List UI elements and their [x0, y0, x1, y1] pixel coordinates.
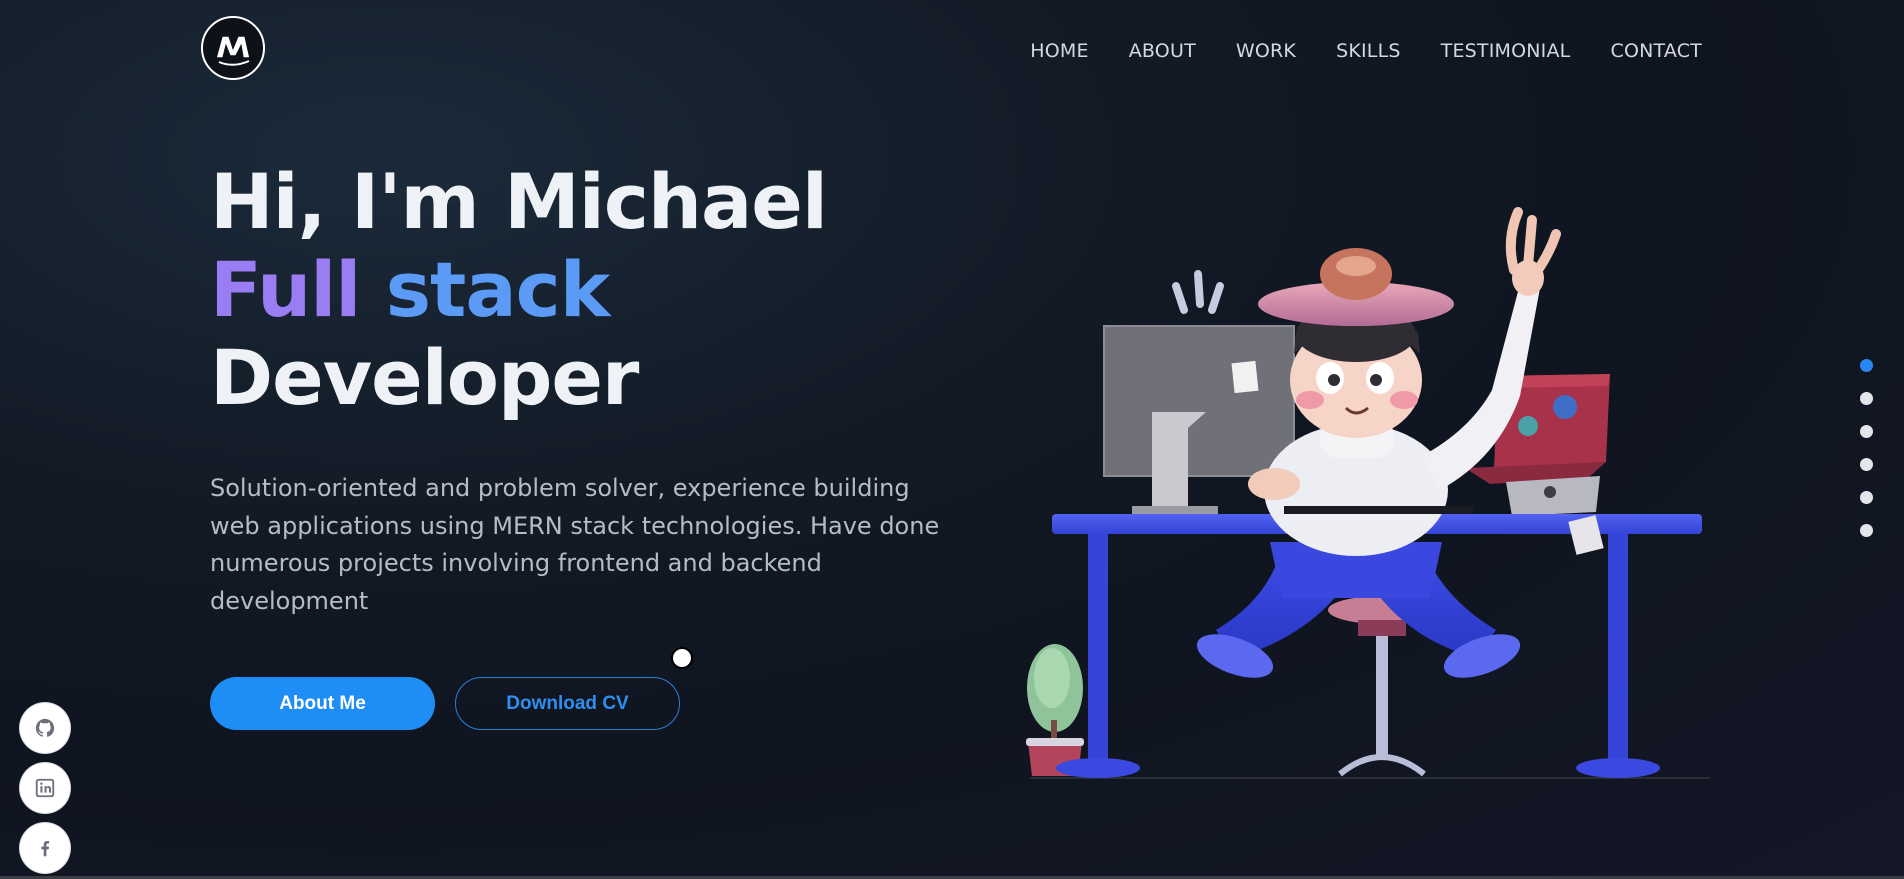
hero-role: Full stack: [210, 246, 970, 334]
section-dots: [1860, 359, 1873, 537]
section-dot-6[interactable]: [1860, 524, 1873, 537]
section-dot-5[interactable]: [1860, 491, 1873, 504]
social-links: [20, 703, 70, 873]
section-dot-3[interactable]: [1860, 425, 1873, 438]
hero-role-full: Full: [210, 245, 361, 334]
logo-m-icon: [215, 35, 251, 66]
section-dot-2[interactable]: [1860, 392, 1873, 405]
mouse-cursor: [671, 647, 693, 669]
plant-illustration: [1026, 644, 1084, 776]
github-button[interactable]: [20, 703, 70, 753]
hero-description: Solution-oriented and problem solver, ex…: [210, 474, 940, 615]
linkedin-button[interactable]: [20, 763, 70, 813]
hero-role-stack: stack: [360, 245, 610, 334]
facebook-button[interactable]: [20, 823, 70, 873]
download-cv-button[interactable]: Download CV: [455, 677, 680, 730]
linkedin-icon: [35, 778, 55, 798]
main-nav: HOME ABOUT WORK SKILLS TESTIMONIAL CONTA…: [1030, 40, 1702, 62]
hero-section: Hi, I'm Michael Full stack Developer Sol…: [210, 158, 970, 620]
github-icon: [35, 718, 55, 737]
nav-contact[interactable]: CONTACT: [1610, 40, 1702, 62]
site-logo[interactable]: [201, 16, 265, 80]
developer-illustration: [1026, 207, 1710, 779]
hero-buttons: About Me Download CV: [210, 677, 680, 730]
nav-about[interactable]: ABOUT: [1129, 40, 1196, 62]
hero-role-developer: Developer: [210, 333, 639, 422]
nav-testimonial[interactable]: TESTIMONIAL: [1441, 40, 1571, 62]
nav-work[interactable]: WORK: [1236, 40, 1296, 62]
facebook-icon: [41, 840, 50, 857]
section-dot-1[interactable]: [1860, 359, 1873, 372]
section-dot-4[interactable]: [1860, 458, 1873, 471]
about-me-button[interactable]: About Me: [210, 677, 435, 730]
hero-greeting: Hi, I'm Michael: [210, 157, 828, 246]
nav-skills[interactable]: SKILLS: [1336, 40, 1401, 62]
nav-home[interactable]: HOME: [1030, 40, 1088, 62]
